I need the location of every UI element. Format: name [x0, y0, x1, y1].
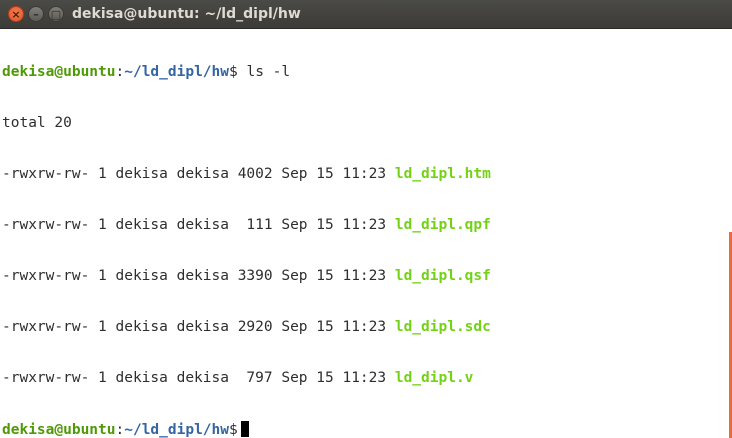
prompt-user-host: dekisa@ubuntu [2, 64, 116, 80]
prompt-symbol: $ [229, 422, 238, 438]
total-line: total 20 [2, 115, 72, 131]
file-meta: -rwxrw-rw- 1 dekisa dekisa 4002 Sep 15 1… [2, 166, 395, 182]
terminal-window: × – □ dekisa@ubuntu: ~/ld_dipl/hw dekisa… [0, 0, 732, 438]
listing-row: -rwxrw-rw- 1 dekisa dekisa 111 Sep 15 11… [2, 217, 728, 234]
maximize-icon[interactable]: □ [48, 6, 64, 22]
close-icon[interactable]: × [8, 6, 24, 22]
command-text: ls -l [237, 64, 291, 80]
file-name: ld_dipl.htm [394, 166, 491, 182]
file-meta: -rwxrw-rw- 1 dekisa dekisa 797 Sep 15 11… [2, 370, 395, 386]
file-name: ld_dipl.v [394, 370, 474, 386]
text-cursor [240, 421, 249, 437]
prompt-symbol: $ [229, 64, 238, 80]
listing-row: -rwxrw-rw- 1 dekisa dekisa 4002 Sep 15 1… [2, 166, 728, 183]
listing-row: -rwxrw-rw- 1 dekisa dekisa 797 Sep 15 11… [2, 370, 728, 387]
file-name: ld_dipl.qpf [394, 217, 491, 233]
title-bar[interactable]: × – □ dekisa@ubuntu: ~/ld_dipl/hw [0, 0, 732, 29]
file-meta: -rwxrw-rw- 1 dekisa dekisa 2920 Sep 15 1… [2, 319, 395, 335]
file-name: ld_dipl.sdc [394, 319, 491, 335]
file-name: ld_dipl.qsf [394, 268, 491, 284]
prompt-line[interactable]: dekisa@ubuntu:~/ld_dipl/hw$ [2, 421, 728, 438]
file-meta: -rwxrw-rw- 1 dekisa dekisa 3390 Sep 15 1… [2, 268, 395, 284]
prompt-path: ~/ld_dipl/hw [124, 64, 229, 80]
terminal-output[interactable]: dekisa@ubuntu:~/ld_dipl/hw$ ls -l total … [2, 30, 728, 438]
command-line: dekisa@ubuntu:~/ld_dipl/hw$ ls -l [2, 64, 728, 81]
prompt-separator: : [115, 422, 125, 438]
listing-row: -rwxrw-rw- 1 dekisa dekisa 3390 Sep 15 1… [2, 268, 728, 285]
listing-row: -rwxrw-rw- 1 dekisa dekisa 2920 Sep 15 1… [2, 319, 728, 336]
minimize-icon[interactable]: – [28, 6, 44, 22]
prompt-user-host: dekisa@ubuntu [2, 422, 116, 438]
prompt-separator: : [115, 64, 125, 80]
window-title: dekisa@ubuntu: ~/ld_dipl/hw [72, 6, 301, 22]
file-meta: -rwxrw-rw- 1 dekisa dekisa 111 Sep 15 11… [2, 217, 395, 233]
prompt-path: ~/ld_dipl/hw [124, 422, 229, 438]
